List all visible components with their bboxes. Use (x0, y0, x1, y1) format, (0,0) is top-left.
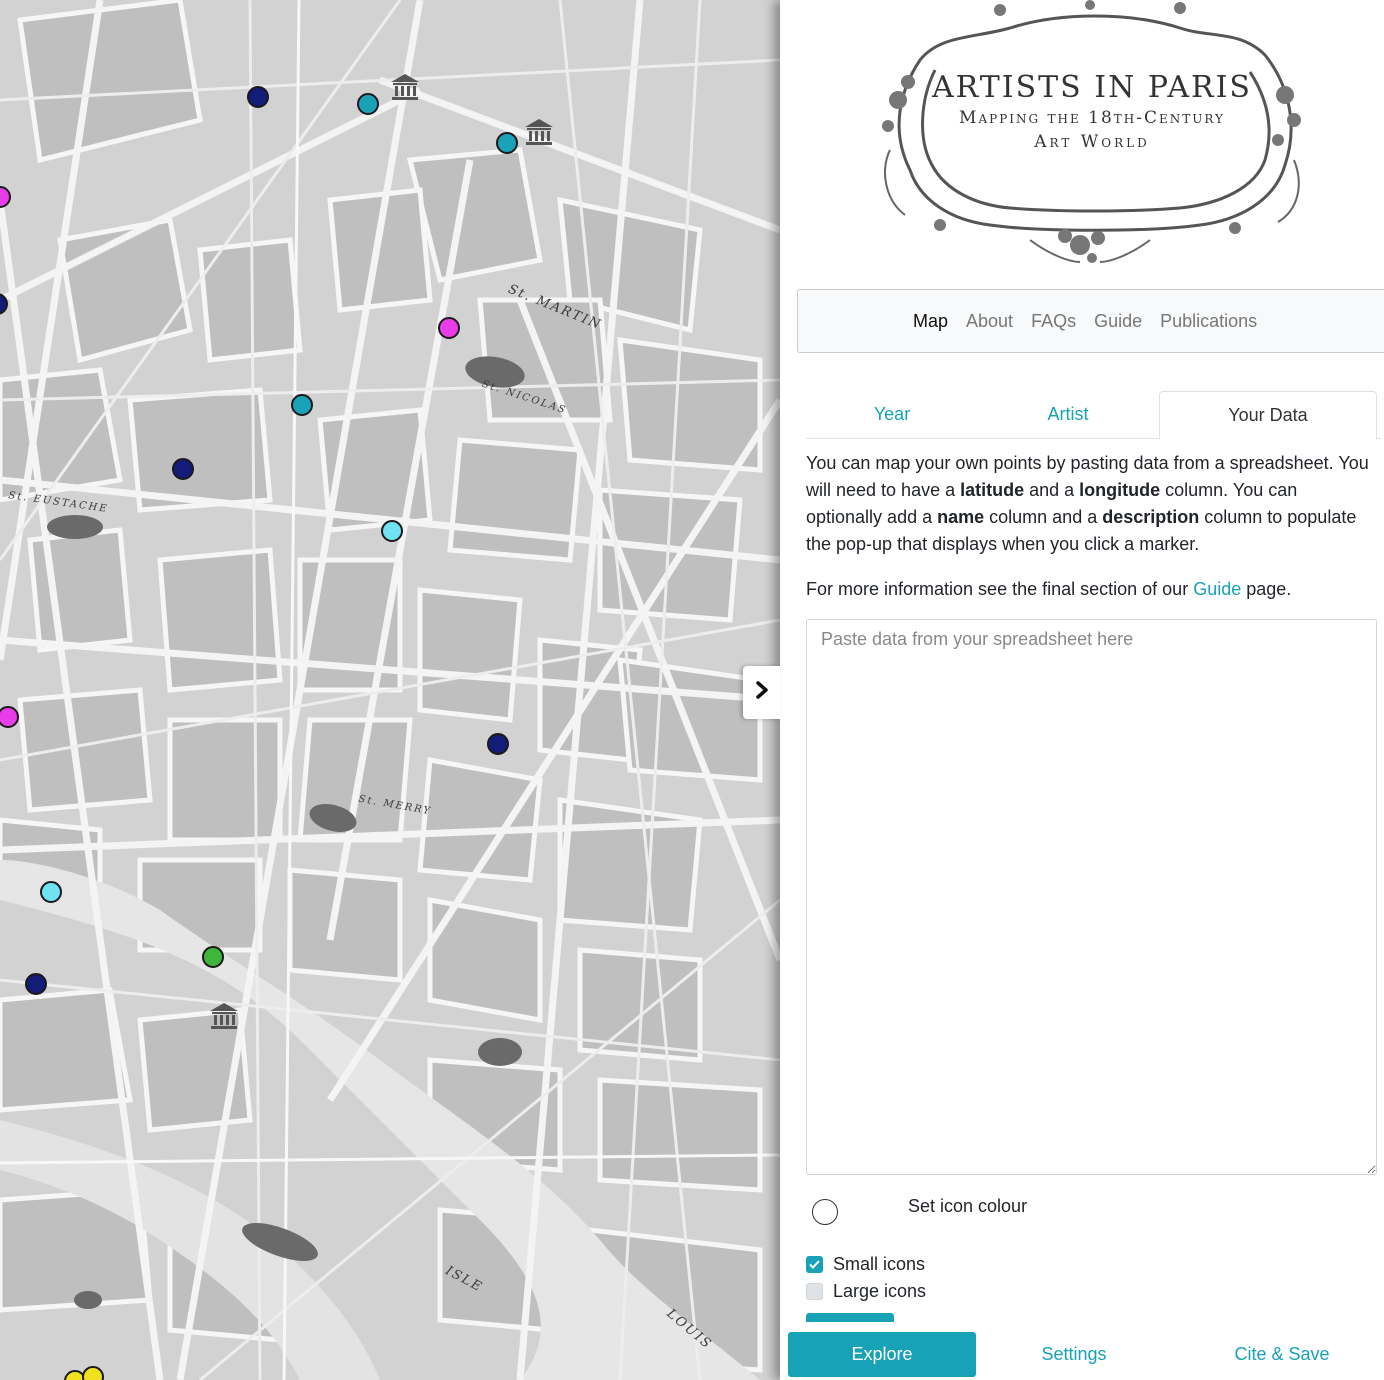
nav-faqs[interactable]: FAQs (1031, 311, 1076, 332)
more-info-text: For more information see the final secti… (806, 576, 1371, 603)
historic-map[interactable]: St. MARTIN St. NICOLAS St. EUSTACHE St. … (0, 0, 780, 1380)
filter-tabs: Year Artist Your Data (806, 391, 1381, 440)
small-icons-label: Small icons (833, 1254, 926, 1274)
logo-title: ARTISTS IN PARIS (932, 70, 1252, 105)
bottom-navigation: Explore Settings Cite & Save (780, 1322, 1384, 1380)
map-marker[interactable] (381, 520, 403, 542)
desc-keyword: longitude (1079, 480, 1161, 500)
nav-about[interactable]: About (966, 311, 1013, 332)
desc-text: and a (1024, 480, 1080, 500)
settings-button[interactable]: Settings (980, 1332, 1168, 1377)
museum-icon[interactable] (524, 118, 554, 146)
more-info-text-2: page. (1241, 579, 1292, 599)
explore-button[interactable]: Explore (788, 1332, 976, 1377)
map-marker[interactable] (357, 93, 379, 115)
large-icons-option: Large icons (806, 1281, 926, 1302)
tab-your-data[interactable]: Your Data (1159, 391, 1377, 440)
desc-keyword: name (937, 507, 985, 527)
small-icons-checkbox[interactable] (806, 1256, 823, 1273)
desc-keyword: latitude (960, 480, 1025, 500)
map-marker[interactable] (291, 394, 313, 416)
museum-icon[interactable] (390, 73, 420, 101)
chevron-right-icon (754, 680, 770, 705)
large-icons-checkbox[interactable] (806, 1283, 823, 1300)
large-icons-label: Large icons (833, 1281, 927, 1301)
nav-publications[interactable]: Publications (1160, 311, 1257, 332)
map-marker[interactable] (487, 733, 509, 755)
nav-map[interactable]: Map (913, 311, 948, 332)
main-navbar: Map About FAQs Guide Publications (797, 289, 1384, 353)
desc-keyword: description (1102, 507, 1200, 527)
more-info-text-1: For more information see the final secti… (806, 579, 1194, 599)
paste-data-textarea[interactable] (806, 619, 1377, 1175)
set-icon-colour-label: Set icon colour (908, 1196, 1028, 1216)
desc-text: column and a (984, 507, 1103, 527)
map-marker[interactable] (202, 946, 224, 968)
your-data-description: You can map your own points by pasting d… (806, 450, 1371, 558)
small-icons-option: Small icons (806, 1254, 925, 1275)
icon-colour-picker[interactable] (812, 1199, 838, 1225)
map-marker[interactable] (496, 132, 518, 154)
sidebar-toggle-button[interactable] (743, 666, 780, 719)
museum-icon[interactable] (209, 1002, 239, 1030)
nav-guide[interactable]: Guide (1094, 311, 1142, 332)
tab-artist[interactable]: Artist (978, 391, 1158, 438)
map-marker[interactable] (25, 973, 47, 995)
cite-save-button[interactable]: Cite & Save (1188, 1332, 1376, 1377)
map-marker[interactable] (247, 86, 269, 108)
map-tiles[interactable] (0, 0, 780, 1380)
map-marker[interactable] (40, 881, 62, 903)
logo-subtitle-2: Art World (1034, 132, 1150, 152)
map-marker[interactable] (438, 317, 460, 339)
tab-year[interactable]: Year (806, 391, 978, 438)
sidebar-panel: ARTISTS IN PARIS Mapping the 18th-Centur… (780, 0, 1384, 1380)
guide-link[interactable]: Guide (1193, 579, 1241, 599)
map-marker[interactable] (172, 458, 194, 480)
logo-subtitle-1: Mapping the 18th-Century (959, 108, 1225, 128)
site-logo[interactable]: ARTISTS IN PARIS Mapping the 18th-Centur… (880, 0, 1304, 268)
